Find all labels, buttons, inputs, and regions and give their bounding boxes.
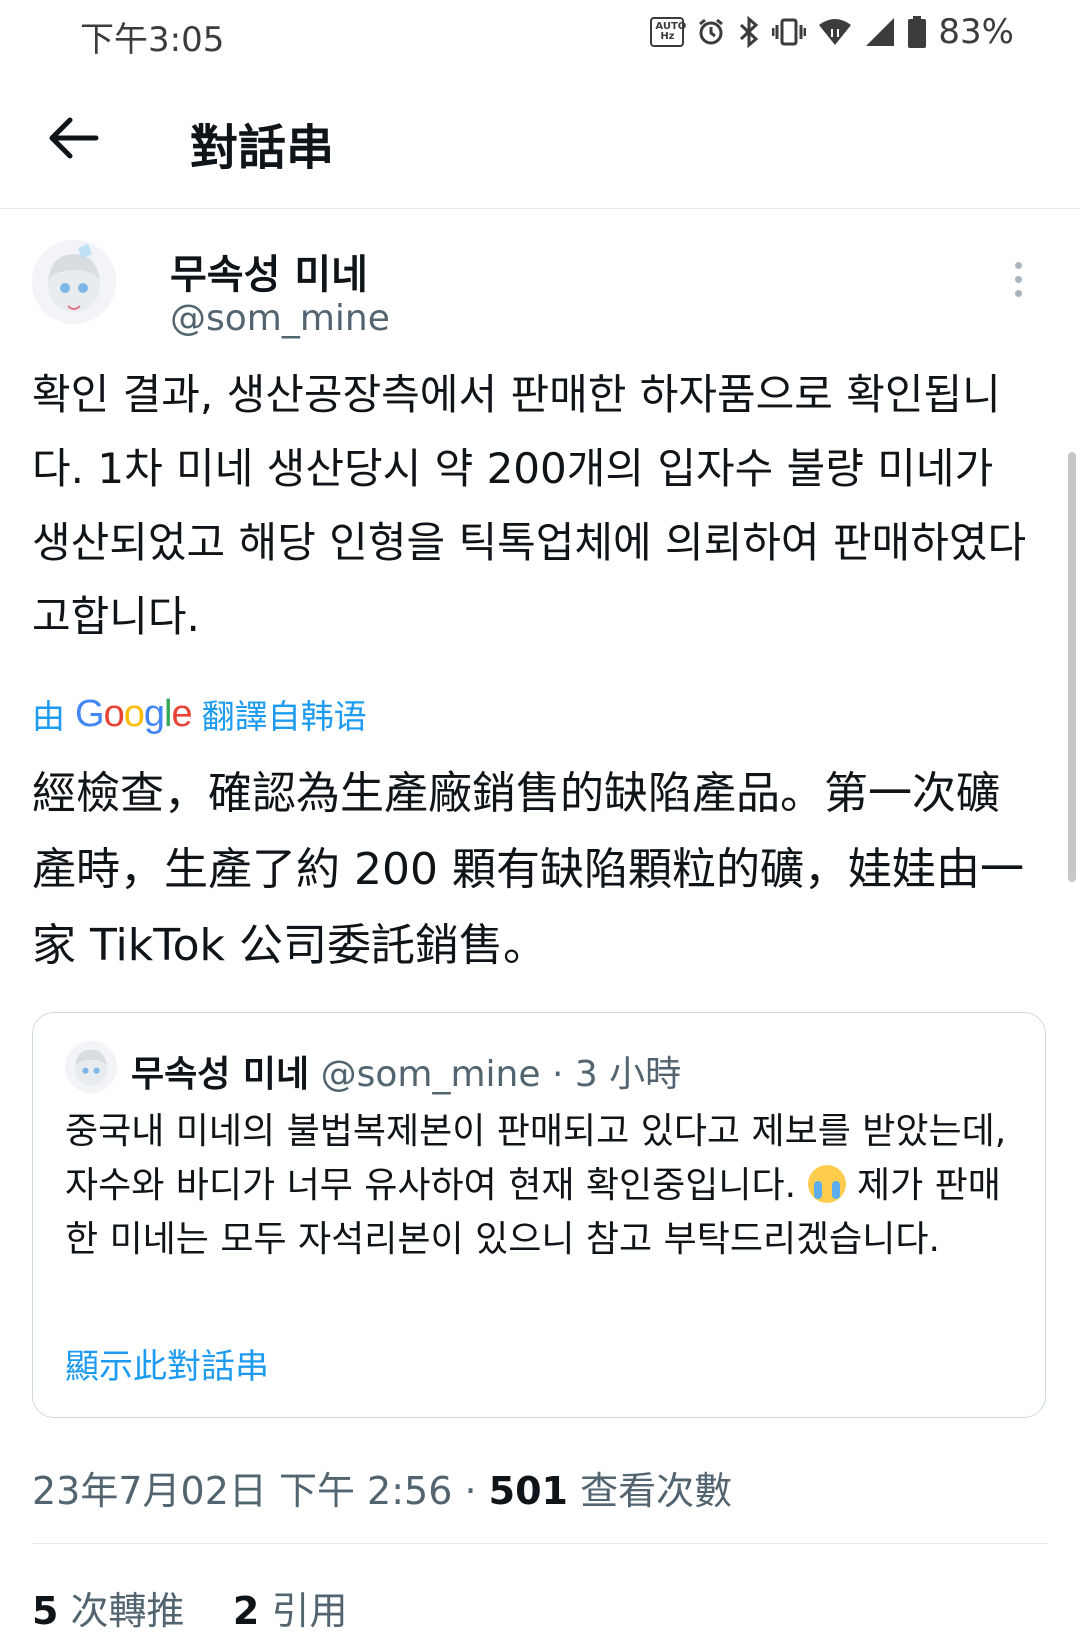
translate-suffix[interactable]: 翻譯自韩语 <box>202 690 367 738</box>
status-time: 下午3:05 <box>80 20 225 60</box>
quoted-avatar-image <box>65 1041 117 1093</box>
retweets-count: 5 <box>32 1589 59 1633</box>
quoted-display-name: 무속성 미네 <box>131 1054 310 1095</box>
quoted-time: · 3 小時 <box>551 1054 682 1095</box>
views-count: 501 <box>488 1469 568 1513</box>
avatar-image <box>32 240 116 324</box>
status-bar: 下午3:05 AUTO Hz 83% <box>0 0 1080 68</box>
auto-hz-icon: AUTO Hz <box>650 17 686 47</box>
quoted-tweet[interactable]: 무속성 미네 @som_mine · 3 小時 중국내 미네의 불법복제본이 판… <box>32 1012 1046 1418</box>
signal-icon <box>866 18 895 46</box>
show-thread-link[interactable]: 顯示此對話串 <box>65 1339 269 1388</box>
quoted-text: 중국내 미네의 불법복제본이 판매되고 있다고 제보를 받았는데, 자수와 바디… <box>65 1105 1025 1267</box>
bluetooth-icon <box>740 16 759 48</box>
scrollbar[interactable] <box>1068 452 1076 882</box>
quotes-count: 2 <box>232 1589 260 1633</box>
back-arrow-icon[interactable] <box>44 116 100 160</box>
battery-percent: 83% <box>938 12 1014 52</box>
battery-icon <box>908 16 927 48</box>
tweet-timestamp[interactable]: 23年7月02日 下午 2:56 <box>32 1469 452 1513</box>
translate-prefix: 由 <box>32 697 65 736</box>
views-label: 查看次數 <box>580 1469 733 1513</box>
tweet-text: 확인 결과, 생산공장측에서 판매한 하자품으로 확인됩니다. 1차 미네 생산… <box>32 370 1027 641</box>
quoted-header: 무속성 미네 @som_mine · 3 小時 <box>131 1045 681 1097</box>
top-app-bar: 對話串 <box>0 68 1080 209</box>
wifi-icon <box>819 19 852 45</box>
engagement-stats: 5 次轉推 2 引用 <box>32 1580 347 1635</box>
alarm-icon <box>699 18 724 45</box>
retweets-stat[interactable]: 5 次轉推 <box>32 1589 185 1633</box>
quotes-stat[interactable]: 2 引用 <box>233 1589 348 1633</box>
translated-text: 經檢查，確認為生產廠銷售的缺陷產品。第一次礦產時，生產了約 200 顆有缺陷顆粒… <box>32 768 1024 971</box>
google-logo: Google <box>75 692 193 735</box>
vibrate-icon <box>772 18 807 46</box>
author-display-name[interactable]: 무속성 미네 <box>170 242 368 300</box>
quoted-avatar <box>65 1041 117 1093</box>
divider <box>32 1543 1048 1544</box>
loudly-crying-face-icon <box>807 1165 846 1203</box>
meta-dot: · <box>464 1469 477 1513</box>
quotes-label: 引用 <box>271 1589 348 1633</box>
tweet-meta: 23年7月02日 下午 2:56 · 501 查看次數 <box>32 1460 732 1515</box>
author-handle[interactable]: @som_mine <box>170 298 390 339</box>
page-title: 對話串 <box>190 120 335 176</box>
more-options-icon[interactable] <box>1010 262 1026 308</box>
status-icons: AUTO Hz 83% <box>650 12 1014 52</box>
avatar[interactable] <box>32 240 116 324</box>
translation-attribution: 由 Google 翻譯自韩语 <box>32 690 367 738</box>
retweets-label: 次轉推 <box>70 1589 185 1633</box>
quoted-handle: @som_mine <box>320 1054 541 1095</box>
